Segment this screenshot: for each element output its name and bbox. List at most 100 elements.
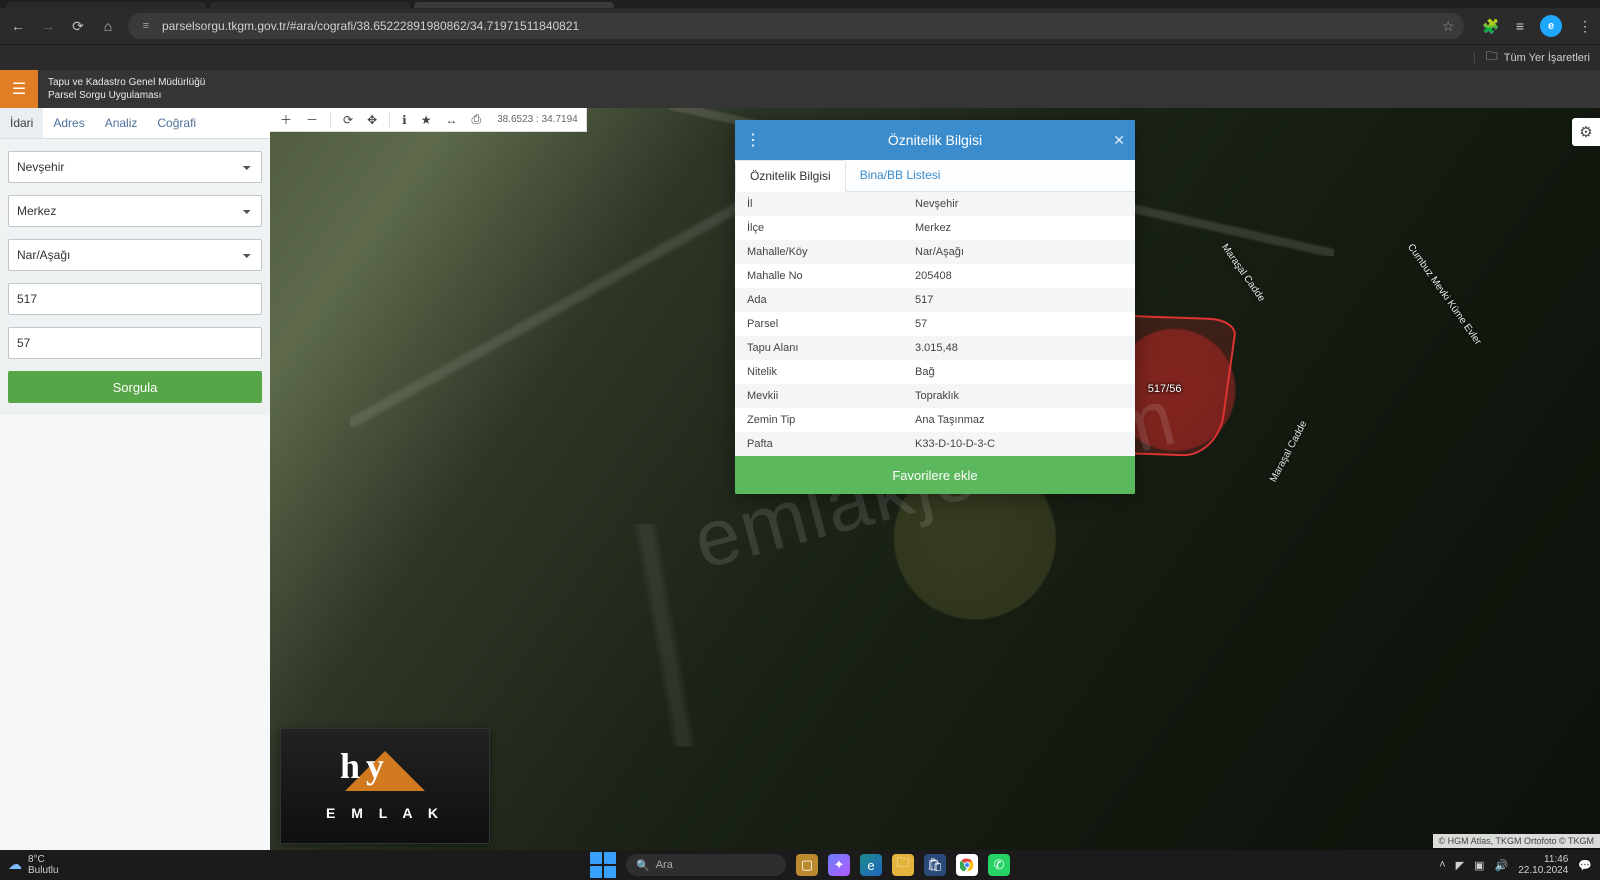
tab-analiz[interactable]: Analiz: [95, 108, 148, 138]
attr-row: NitelikBağ: [735, 360, 1135, 384]
chrome-icon: [960, 858, 974, 872]
browser-tab-active[interactable]: [414, 2, 614, 8]
site-info-icon[interactable]: ≡: [138, 18, 154, 34]
add-favorite-button[interactable]: Favorilere ekle: [735, 456, 1135, 494]
left-tabs: İdari Adres Analiz Coğrafi: [0, 108, 270, 139]
attr-key: İl: [735, 192, 903, 216]
bookmarks-bar: | 🗀 Tüm Yer İşaretleri: [0, 44, 1600, 70]
task-icon-chrome[interactable]: [956, 854, 978, 876]
info-icon[interactable]: ℹ: [400, 113, 409, 127]
search-placeholder: Ara: [656, 859, 673, 871]
weather-desc: Bulutlu: [28, 865, 59, 876]
attr-value: K33-D-10-D-3-C: [903, 432, 1135, 456]
taskbar: ☁ 8°C Bulutlu 🔍 Ara ▢ ✦ e 🗀 🛍: [0, 850, 1600, 880]
attr-key: Mahalle No: [735, 264, 903, 288]
road-label: Maraşal Cadde: [1219, 242, 1267, 304]
tray-location-icon[interactable]: ◤: [1456, 859, 1464, 872]
start-button[interactable]: [590, 852, 616, 878]
coord-readout: 38.6523 : 34.7194: [497, 114, 578, 125]
attr-value: Nevşehir: [903, 192, 1135, 216]
zoom-out-icon[interactable]: －: [304, 111, 320, 128]
search-icon: 🔍: [636, 859, 650, 872]
clock[interactable]: 11:46 22.10.2024: [1518, 854, 1568, 876]
popup-close-icon[interactable]: ✕: [1113, 132, 1125, 149]
refresh-icon[interactable]: ⟳: [341, 113, 355, 127]
zoom-in-icon[interactable]: ＋: [278, 111, 294, 128]
popup-tab-bina[interactable]: Bina/BB Listesi: [846, 160, 955, 191]
il-select[interactable]: Nevşehir: [8, 151, 262, 183]
address-bar: ← → ⟳ ⌂ ≡ parselsorgu.tkgm.gov.tr/#ara/c…: [0, 8, 1600, 44]
watermark-logo-box: E M L A K: [280, 728, 490, 844]
map-canvas[interactable]: ＋ － ⟳ ✥ ℹ ★ ↔ ⎙ 38.6523 : 34.7194 517/56…: [270, 108, 1600, 850]
attribute-table: İlNevşehirİlçeMerkezMahalle/KöyNar/Aşağı…: [735, 192, 1135, 456]
attr-value: 205408: [903, 264, 1135, 288]
extensions-icon[interactable]: 🧩: [1482, 18, 1499, 35]
attr-key: Mevkii: [735, 384, 903, 408]
tray-cast-icon[interactable]: ▣: [1474, 859, 1484, 872]
browser-tab[interactable]: [210, 2, 410, 8]
page: ☰ Tapu ve Kadastro Genel Müdürlüğü Parse…: [0, 70, 1600, 850]
ada-input[interactable]: [8, 283, 262, 315]
app-menu-button[interactable]: ☰: [0, 70, 38, 108]
parcel-label: 517/56: [1148, 383, 1182, 395]
tab-cografi[interactable]: Coğrafi: [147, 108, 206, 138]
attribute-popup: ⋮ Öznitelik Bilgisi ✕ Öznitelik Bilgisi …: [735, 120, 1135, 494]
task-icon-taskview[interactable]: ▢: [796, 854, 818, 876]
app-title-block: Tapu ve Kadastro Genel Müdürlüğü Parsel …: [38, 70, 215, 108]
attr-value: Nar/Aşağı: [903, 240, 1135, 264]
attr-row: MevkiiTopraklık: [735, 384, 1135, 408]
logo-text: E M L A K: [326, 805, 444, 821]
app-title: Parsel Sorgu Uygulaması: [48, 89, 205, 102]
ruler-icon[interactable]: ↔: [443, 113, 459, 127]
map-settings-icon[interactable]: ⚙: [1572, 118, 1600, 146]
tray-notifications-icon[interactable]: 💬: [1578, 859, 1592, 872]
attr-row: İlNevşehir: [735, 192, 1135, 216]
ilce-select[interactable]: Merkez: [8, 195, 262, 227]
app-org: Tapu ve Kadastro Genel Müdürlüğü: [48, 76, 205, 89]
browser-tab[interactable]: [6, 2, 206, 8]
taskbar-search[interactable]: 🔍 Ara: [626, 854, 786, 876]
media-controls-icon[interactable]: ≡: [1516, 18, 1524, 34]
home-icon[interactable]: ⌂: [98, 16, 118, 36]
query-button[interactable]: Sorgula: [8, 371, 262, 403]
fullextent-icon[interactable]: ✥: [365, 113, 379, 127]
url-box[interactable]: ≡ parselsorgu.tkgm.gov.tr/#ara/cografi/3…: [128, 13, 1464, 39]
popup-tab-attr[interactable]: Öznitelik Bilgisi: [735, 160, 846, 192]
tray-volume-icon[interactable]: 🔊: [1495, 859, 1509, 872]
task-icon-explorer[interactable]: 🗀: [892, 854, 914, 876]
popup-tabs: Öznitelik Bilgisi Bina/BB Listesi: [735, 160, 1135, 192]
task-icon-copilot[interactable]: ✦: [828, 854, 850, 876]
forward-icon[interactable]: →: [38, 16, 58, 36]
tab-idari[interactable]: İdari: [0, 108, 43, 138]
popup-menu-icon[interactable]: ⋮: [745, 130, 761, 150]
star-icon[interactable]: ★: [419, 113, 434, 127]
avatar-initial: e: [1548, 20, 1554, 32]
attr-value: Bağ: [903, 360, 1135, 384]
app-header: ☰ Tapu ve Kadastro Genel Müdürlüğü Parse…: [0, 70, 1600, 108]
task-icon-store[interactable]: 🛍: [924, 854, 946, 876]
mahalle-select[interactable]: Nar/Aşağı: [8, 239, 262, 271]
task-icon-whatsapp[interactable]: ✆: [988, 854, 1010, 876]
attr-value: 517: [903, 288, 1135, 312]
attr-key: Parsel: [735, 312, 903, 336]
reload-icon[interactable]: ⟳: [68, 16, 88, 36]
profile-avatar[interactable]: e: [1540, 15, 1562, 37]
popup-header: ⋮ Öznitelik Bilgisi ✕: [735, 120, 1135, 160]
bookmark-star-icon[interactable]: ☆: [1442, 18, 1455, 35]
print-icon[interactable]: ⎙: [469, 112, 483, 127]
weather-temp: 8°C: [28, 854, 59, 865]
weather-widget[interactable]: ☁ 8°C Bulutlu: [8, 854, 59, 876]
road-label: Maraşal Cadde: [1268, 419, 1310, 484]
attr-value: Topraklık: [903, 384, 1135, 408]
left-panel: İdari Adres Analiz Coğrafi Nevşehir Merk…: [0, 108, 270, 850]
attr-key: Zemin Tip: [735, 408, 903, 432]
all-bookmarks-link[interactable]: Tüm Yer İşaretleri: [1504, 52, 1590, 64]
tab-adres[interactable]: Adres: [43, 108, 94, 138]
parsel-input[interactable]: [8, 327, 262, 359]
tray-chevron-icon[interactable]: ˄: [1439, 859, 1445, 871]
task-icon-edge[interactable]: e: [860, 854, 882, 876]
query-form: Nevşehir Merkez Nar/Aşağı Sorgula: [0, 139, 270, 415]
back-icon[interactable]: ←: [8, 16, 28, 36]
browser-menu-icon[interactable]: ⋮: [1578, 18, 1592, 35]
weather-icon: ☁: [8, 857, 22, 872]
